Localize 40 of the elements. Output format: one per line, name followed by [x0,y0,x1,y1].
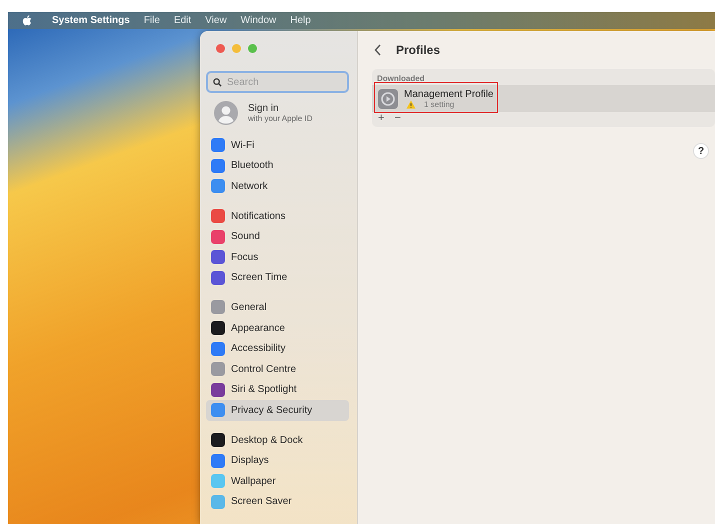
sidebar-item[interactable]: Screen Time [206,268,349,288]
profile-row[interactable]: Management Profile 1 setting [372,85,715,112]
menu-item[interactable]: Help [290,15,311,26]
sign-in-title[interactable]: Sign in [248,103,312,114]
sidebar-item[interactable]: Accessibility [206,338,349,359]
apple-logo-icon[interactable] [22,15,32,26]
sidebar-item[interactable]: General [206,297,349,318]
menu-item[interactable]: Window [240,15,276,26]
section-heading: Downloaded [376,73,426,85]
sidebar-item[interactable]: Notifications [206,206,349,226]
profile-name: Management Profile [404,88,494,100]
page-title: Profiles [396,43,440,57]
sidebar-item[interactable]: Wi-Fi [206,135,349,156]
sidebar-item[interactable]: Siri & Spotlight [206,380,349,400]
sign-in-subtitle: with your Apple ID [248,114,312,123]
avatar-icon[interactable] [214,101,238,125]
sidebar-item[interactable]: Control Centre [206,358,349,380]
sidebar-item[interactable]: Desktop & Dock [206,430,349,450]
help-button[interactable]: ? [693,143,709,159]
window-control[interactable] [216,44,225,53]
back-chevron-icon[interactable] [374,44,382,56]
window-control[interactable] [248,44,257,53]
sidebar-item[interactable]: Focus [206,246,349,268]
profile-detail: 1 setting [424,100,454,108]
sidebar-item[interactable]: Wallpaper [206,470,349,492]
sidebar-item[interactable]: Screen Saver [206,492,349,512]
window-control[interactable] [232,44,241,53]
app-menu[interactable]: System Settings [52,15,130,26]
sidebar-item[interactable]: Privacy & Security [206,400,349,421]
sidebar-item[interactable]: Displays [206,450,349,471]
menu-item[interactable]: View [205,15,227,26]
menu-item[interactable]: File [144,15,160,26]
sidebar-item[interactable]: Appearance [206,318,349,338]
remove-button[interactable]: − [392,113,403,124]
add-button[interactable]: + [376,113,386,124]
sidebar-item[interactable]: Bluetooth [206,156,349,176]
sidebar-item[interactable]: Sound [206,226,349,247]
sidebar-item[interactable]: Network [206,176,349,197]
search-field[interactable]: Search [206,71,349,93]
menu-item[interactable]: Edit [174,15,192,26]
